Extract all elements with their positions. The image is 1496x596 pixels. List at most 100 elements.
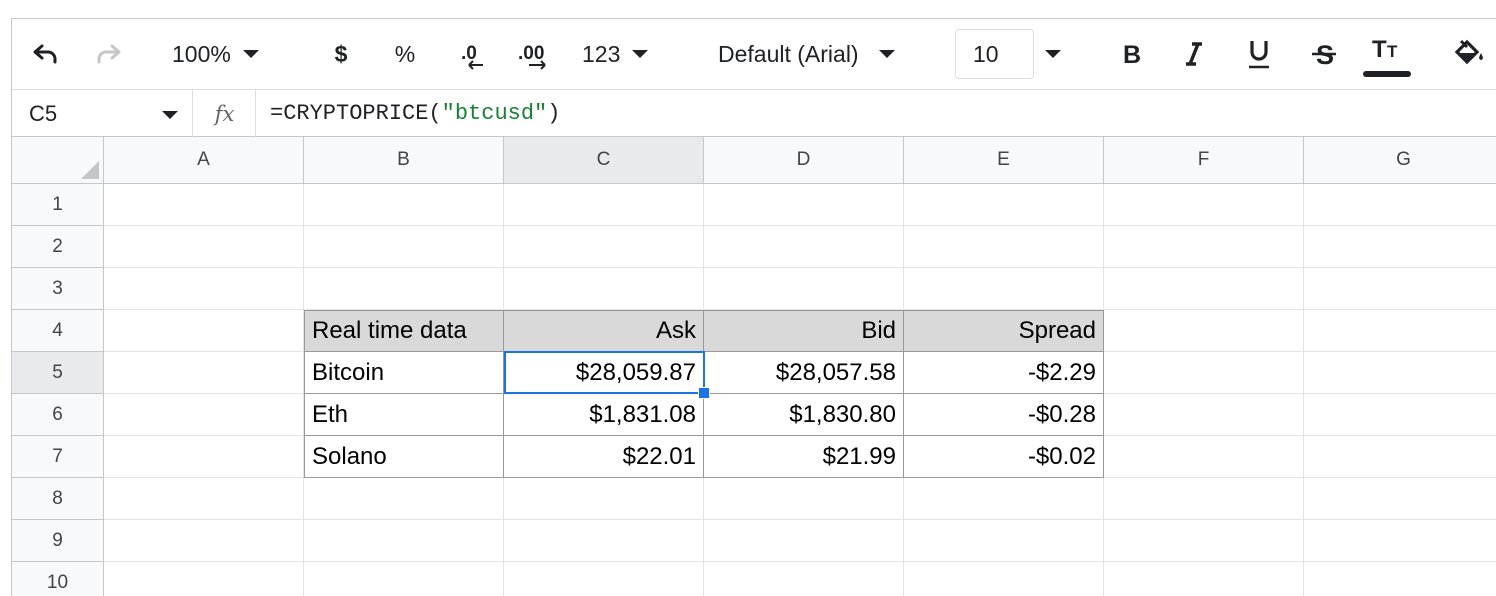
column-header-c[interactable]: C	[504, 137, 704, 184]
cell-e1[interactable]	[904, 184, 1104, 226]
cell-f5[interactable]	[1104, 352, 1304, 394]
cell-e5[interactable]: -$2.29	[904, 352, 1104, 394]
cell-g7[interactable]	[1304, 436, 1496, 478]
select-all-corner[interactable]	[12, 137, 104, 184]
cell-c6[interactable]: $1,831.08	[504, 394, 704, 436]
cell-d5[interactable]: $28,057.58	[704, 352, 904, 394]
undo-icon[interactable]	[26, 39, 64, 69]
cell-c8[interactable]	[504, 478, 704, 520]
cell-c5[interactable]: $28,059.87	[504, 352, 704, 394]
cell-d3[interactable]	[704, 268, 904, 310]
cell-g10[interactable]	[1304, 562, 1496, 596]
row-header-5[interactable]: 5	[12, 352, 104, 394]
cell-g5[interactable]	[1304, 352, 1496, 394]
cell-g2[interactable]	[1304, 226, 1496, 268]
more-formats-select[interactable]: 123	[582, 37, 649, 71]
cell-f8[interactable]	[1104, 478, 1304, 520]
text-color-icon[interactable]: TT	[1368, 31, 1406, 67]
cell-b6[interactable]: Eth	[304, 394, 504, 436]
strikethrough-icon[interactable]: S	[1308, 33, 1340, 75]
row-header-6[interactable]: 6	[12, 394, 104, 436]
cell-a1[interactable]	[104, 184, 304, 226]
cell-e7[interactable]: -$0.02	[904, 436, 1104, 478]
cell-g4[interactable]	[1304, 310, 1496, 352]
cell-f9[interactable]	[1104, 520, 1304, 562]
zoom-select[interactable]: 100%	[172, 37, 259, 71]
cell-f1[interactable]	[1104, 184, 1304, 226]
cell-d1[interactable]	[704, 184, 904, 226]
column-header-b[interactable]: B	[304, 137, 504, 184]
font-size-input[interactable]: 10	[955, 29, 1034, 79]
cell-g9[interactable]	[1304, 520, 1496, 562]
row-header-3[interactable]: 3	[12, 268, 104, 310]
formula-input[interactable]: =CRYPTOPRICE("btcusd")	[270, 90, 560, 137]
percent-format-button[interactable]: %	[392, 37, 418, 71]
cell-a4[interactable]	[104, 310, 304, 352]
cell-b7[interactable]: Solano	[304, 436, 504, 478]
cell-d2[interactable]	[704, 226, 904, 268]
cell-g6[interactable]	[1304, 394, 1496, 436]
cell-c10[interactable]	[504, 562, 704, 596]
name-box[interactable]: C5	[12, 90, 193, 137]
cell-g1[interactable]	[1304, 184, 1496, 226]
cell-a7[interactable]	[104, 436, 304, 478]
cell-e4[interactable]: Spread	[904, 310, 1104, 352]
cell-a2[interactable]	[104, 226, 304, 268]
cell-c2[interactable]	[504, 226, 704, 268]
cell-b8[interactable]	[304, 478, 504, 520]
cell-c7[interactable]: $22.01	[504, 436, 704, 478]
cell-f6[interactable]	[1104, 394, 1304, 436]
row-header-10[interactable]: 10	[12, 562, 104, 596]
cell-e2[interactable]	[904, 226, 1104, 268]
underline-icon[interactable]	[1244, 33, 1274, 75]
row-header-2[interactable]: 2	[12, 226, 104, 268]
cell-a8[interactable]	[104, 478, 304, 520]
cell-b9[interactable]	[304, 520, 504, 562]
cell-d7[interactable]: $21.99	[704, 436, 904, 478]
cell-e8[interactable]	[904, 478, 1104, 520]
row-header-1[interactable]: 1	[12, 184, 104, 226]
cell-b4[interactable]: Real time data	[304, 310, 504, 352]
cell-b2[interactable]	[304, 226, 504, 268]
cell-a9[interactable]	[104, 520, 304, 562]
cell-b5[interactable]: Bitcoin	[304, 352, 504, 394]
column-header-d[interactable]: D	[704, 137, 904, 184]
cell-d8[interactable]	[704, 478, 904, 520]
cell-b3[interactable]	[304, 268, 504, 310]
bold-icon[interactable]: B	[1118, 35, 1146, 73]
column-header-f[interactable]: F	[1104, 137, 1304, 184]
cell-a6[interactable]	[104, 394, 304, 436]
cell-a3[interactable]	[104, 268, 304, 310]
cell-f3[interactable]	[1104, 268, 1304, 310]
cell-a10[interactable]	[104, 562, 304, 596]
cell-b10[interactable]	[304, 562, 504, 596]
cell-c1[interactable]	[504, 184, 704, 226]
cell-b1[interactable]	[304, 184, 504, 226]
cell-f2[interactable]	[1104, 226, 1304, 268]
cell-a5[interactable]	[104, 352, 304, 394]
cell-f10[interactable]	[1104, 562, 1304, 596]
fill-handle[interactable]	[698, 387, 710, 399]
cell-d9[interactable]	[704, 520, 904, 562]
cell-d6[interactable]: $1,830.80	[704, 394, 904, 436]
font-size-dropdown[interactable]	[1042, 47, 1064, 61]
cell-g8[interactable]	[1304, 478, 1496, 520]
font-family-select[interactable]: Default (Arial)	[718, 37, 895, 71]
column-header-g[interactable]: G	[1304, 137, 1496, 184]
cell-f7[interactable]	[1104, 436, 1304, 478]
italic-icon[interactable]	[1180, 35, 1208, 73]
cell-c3[interactable]	[504, 268, 704, 310]
row-header-7[interactable]: 7	[12, 436, 104, 478]
cell-d10[interactable]	[704, 562, 904, 596]
cell-e9[interactable]	[904, 520, 1104, 562]
column-header-e[interactable]: E	[904, 137, 1104, 184]
increase-decimal-icon[interactable]: .00	[517, 37, 551, 73]
cell-e10[interactable]	[904, 562, 1104, 596]
row-header-8[interactable]: 8	[12, 478, 104, 520]
row-header-4[interactable]: 4	[12, 310, 104, 352]
cell-e6[interactable]: -$0.28	[904, 394, 1104, 436]
row-header-9[interactable]: 9	[12, 520, 104, 562]
currency-format-button[interactable]: $	[328, 37, 354, 71]
cell-f4[interactable]	[1104, 310, 1304, 352]
cell-c9[interactable]	[504, 520, 704, 562]
